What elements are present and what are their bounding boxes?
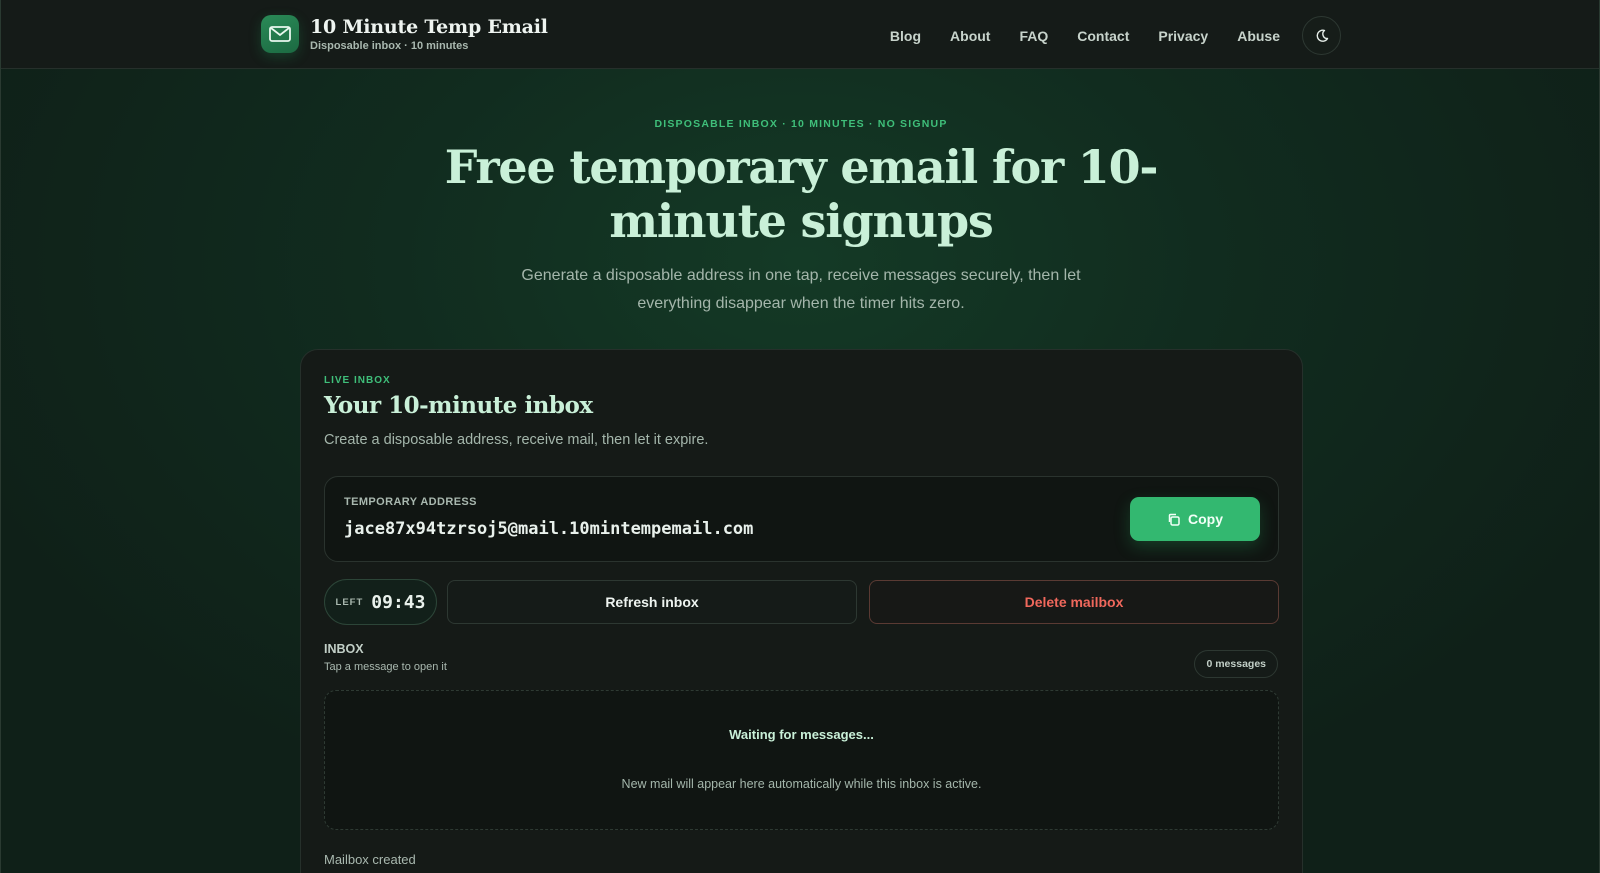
nav-link-privacy[interactable]: Privacy: [1158, 28, 1208, 44]
theme-toggle-button[interactable]: [1302, 16, 1341, 55]
nav-link-abuse[interactable]: Abuse: [1237, 28, 1280, 44]
inbox-hint: Tap a message to open it: [324, 661, 447, 673]
empty-state-title: Waiting for messages...: [729, 727, 874, 742]
top-navigation-bar: 10 Minute Temp Email Disposable inbox · …: [1, 0, 1599, 69]
card-title: Your 10-minute inbox: [324, 392, 593, 419]
page: 10 Minute Temp Email Disposable inbox · …: [0, 0, 1600, 873]
inbox-heading: INBOX: [324, 642, 364, 656]
brand[interactable]: 10 Minute Temp Email Disposable inbox · …: [261, 15, 548, 53]
temporary-address-box: TEMPORARY ADDRESS jace87x94tzrsoj5@mail.…: [324, 476, 1279, 562]
timer-label: LEFT: [335, 596, 364, 608]
copy-button-label: Copy: [1188, 511, 1223, 527]
empty-state-subtitle: New mail will appear here automatically …: [621, 777, 982, 791]
card-subtitle: Create a disposable address, receive mai…: [324, 432, 709, 448]
nav-link-about[interactable]: About: [950, 28, 990, 44]
mail-icon: [261, 15, 299, 53]
hero-title: Free temporary email for 10-minute signu…: [444, 140, 1159, 248]
message-count-badge: 0 messages: [1194, 650, 1278, 678]
delete-mailbox-button[interactable]: Delete mailbox: [869, 580, 1279, 624]
message-list-empty-state: Waiting for messages... New mail will ap…: [324, 690, 1279, 830]
copy-button[interactable]: Copy: [1130, 497, 1260, 541]
email-address-value[interactable]: jace87x94tzrsoj5@mail.10mintempemail.com: [344, 519, 753, 539]
timer-value: 09:43: [371, 591, 426, 613]
countdown-timer: LEFT 09:43: [324, 579, 437, 625]
card-eyebrow: LIVE INBOX: [324, 375, 391, 386]
main-nav: Blog About FAQ Contact Privacy Abuse: [861, 16, 1341, 55]
nav-link-contact[interactable]: Contact: [1077, 28, 1129, 44]
inbox-card: LIVE INBOX Your 10-minute inbox Create a…: [300, 349, 1303, 873]
refresh-inbox-button[interactable]: Refresh inbox: [447, 580, 857, 624]
nav-link-faq[interactable]: FAQ: [1019, 28, 1048, 44]
brand-text: 10 Minute Temp Email Disposable inbox · …: [310, 16, 548, 52]
address-label: TEMPORARY ADDRESS: [344, 496, 477, 508]
hero-subtitle: Generate a disposable address in one tap…: [521, 267, 1081, 312]
moon-icon: [1316, 29, 1328, 42]
brand-subtitle: Disposable inbox · 10 minutes: [310, 40, 469, 52]
copy-icon: [1168, 513, 1180, 526]
nav-link-blog[interactable]: Blog: [890, 28, 921, 44]
brand-title: 10 Minute Temp Email: [310, 16, 548, 38]
mailbox-status: Mailbox created: [324, 852, 416, 867]
hero-eyebrow: DISPOSABLE INBOX · 10 MINUTES · NO SIGNU…: [654, 118, 948, 130]
